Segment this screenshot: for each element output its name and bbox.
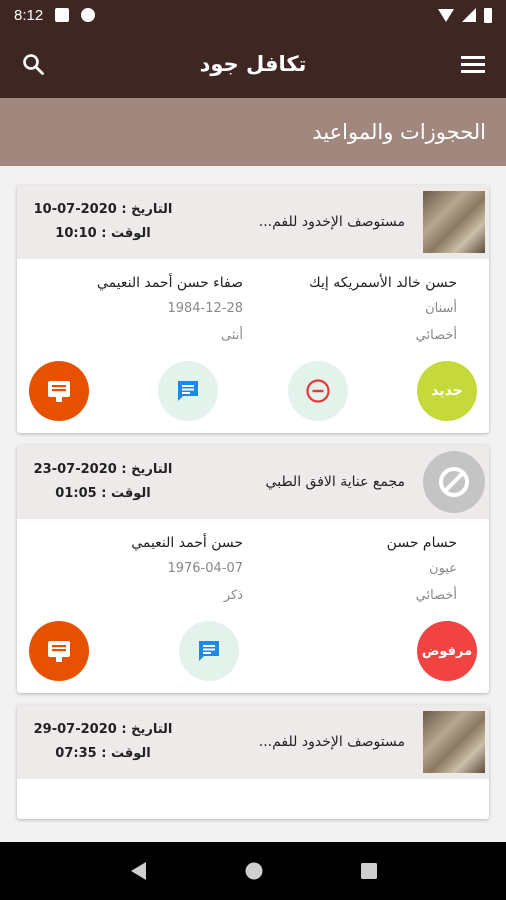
booking-actions: جديد xyxy=(17,349,489,433)
patient-gender: ذكر xyxy=(223,588,243,603)
menu-button[interactable] xyxy=(458,49,488,79)
invoice-button[interactable] xyxy=(29,621,89,681)
hospital-thumbnail xyxy=(423,711,485,773)
notification-a-icon xyxy=(55,8,70,22)
bookings-list[interactable]: مستوصف الإخدود للفم... التاريخ : 2020-07… xyxy=(0,166,506,842)
chat-button[interactable] xyxy=(158,361,219,421)
patient-birthdate: 1976-04-07 xyxy=(167,561,243,576)
booking-date: التاريخ : 2020-07-23 xyxy=(33,462,173,477)
invoice-button[interactable] xyxy=(29,361,89,421)
hospital-name: مجمع عناية الافق الطبي xyxy=(265,474,405,490)
status-rejected-button[interactable]: مرفوض xyxy=(417,621,477,681)
recents-icon[interactable] xyxy=(360,862,378,880)
section-title: الحجوزات والمواعيد xyxy=(312,120,486,144)
patient-info: حسن أحمد النعيمي 1976-04-07 ذكر xyxy=(29,531,243,609)
battery-icon xyxy=(484,7,492,23)
hospital-thumbnail xyxy=(423,191,485,253)
doctor-info: حسام حسن عيون أخصائي xyxy=(243,531,477,609)
back-icon[interactable] xyxy=(128,860,148,882)
wifi-icon xyxy=(438,8,454,22)
hospital-name: مستوصف الإخدود للفم... xyxy=(258,734,405,750)
booking-time: الوقت : 10:10 xyxy=(55,226,151,241)
booking-datetime: التاريخ : 2020-07-10 الوقت : 10:10 xyxy=(33,198,173,246)
status-time: 8:12 xyxy=(14,6,44,24)
receipt-icon xyxy=(48,641,70,662)
search-icon xyxy=(23,54,44,75)
cancel-booking-button[interactable] xyxy=(287,361,348,421)
booking-card-body: صفاء حسن أحمد النعيمي 1984-12-28 أنثى حس… xyxy=(17,259,489,349)
booking-date: التاريخ : 2020-07-10 xyxy=(33,202,173,217)
status-bar: 8:12 xyxy=(0,0,506,30)
doctor-rank: أخصائي xyxy=(415,328,457,343)
booking-card-body xyxy=(17,779,489,819)
search-button[interactable] xyxy=(18,49,48,79)
doctor-specialty: عيون xyxy=(429,561,457,576)
patient-info: صفاء حسن أحمد النعيمي 1984-12-28 أنثى xyxy=(29,271,243,349)
booking-time: الوقت : 01:05 xyxy=(55,486,151,501)
booking-card[interactable]: مجمع عناية الافق الطبي التاريخ : 2020-07… xyxy=(17,445,489,693)
system-navigation-bar xyxy=(0,842,506,900)
doctor-name: حسن خالد الأسمريكه إيك xyxy=(309,275,457,291)
remove-circle-icon xyxy=(306,379,330,403)
booking-card-body: حسن أحمد النعيمي 1976-04-07 ذكر حسام حسن… xyxy=(17,519,489,609)
doctor-info: حسن خالد الأسمريكه إيك أسنان أخصائي xyxy=(243,271,477,349)
receipt-icon xyxy=(48,381,70,402)
chat-button[interactable] xyxy=(179,621,239,681)
cellular-signal-icon xyxy=(462,8,476,22)
doctor-specialty: أسنان xyxy=(425,301,457,316)
home-icon[interactable] xyxy=(244,861,264,881)
patient-name: صفاء حسن أحمد النعيمي xyxy=(96,275,243,291)
booking-datetime: التاريخ : 2020-07-23 الوقت : 01:05 xyxy=(33,458,173,506)
doctor-rank: أخصائي xyxy=(415,588,457,603)
block-icon xyxy=(423,451,485,513)
booking-time: الوقت : 07:35 xyxy=(55,746,151,761)
hospital-thumbnail xyxy=(423,451,485,513)
section-header: الحجوزات والمواعيد xyxy=(0,98,506,166)
patient-gender: أنثى xyxy=(221,328,243,343)
booking-card-header: مجمع عناية الافق الطبي التاريخ : 2020-07… xyxy=(17,445,489,519)
booking-card[interactable]: مستوصف الإخدود للفم... التاريخ : 2020-07… xyxy=(17,705,489,819)
booking-date: التاريخ : 2020-07-29 xyxy=(33,722,173,737)
booking-actions: مرفوض xyxy=(17,609,489,693)
booking-datetime: التاريخ : 2020-07-29 الوقت : 07:35 xyxy=(33,718,173,766)
notification-app-icon xyxy=(81,8,96,22)
booking-card[interactable]: مستوصف الإخدود للفم... التاريخ : 2020-07… xyxy=(17,185,489,433)
status-new-button[interactable]: جديد xyxy=(416,361,477,421)
app-title: تكافل جود xyxy=(199,52,307,76)
patient-birthdate: 1984-12-28 xyxy=(167,301,243,316)
doctor-name: حسام حسن xyxy=(386,535,457,551)
booking-card-header: مستوصف الإخدود للفم... التاريخ : 2020-07… xyxy=(17,185,489,259)
message-icon xyxy=(178,381,199,401)
hospital-name: مستوصف الإخدود للفم... xyxy=(258,214,405,230)
booking-card-header: مستوصف الإخدود للفم... التاريخ : 2020-07… xyxy=(17,705,489,779)
message-icon xyxy=(199,641,219,661)
app-bar: تكافل جود xyxy=(0,30,506,98)
hamburger-menu-icon xyxy=(461,56,485,73)
patient-name: حسن أحمد النعيمي xyxy=(131,535,243,551)
